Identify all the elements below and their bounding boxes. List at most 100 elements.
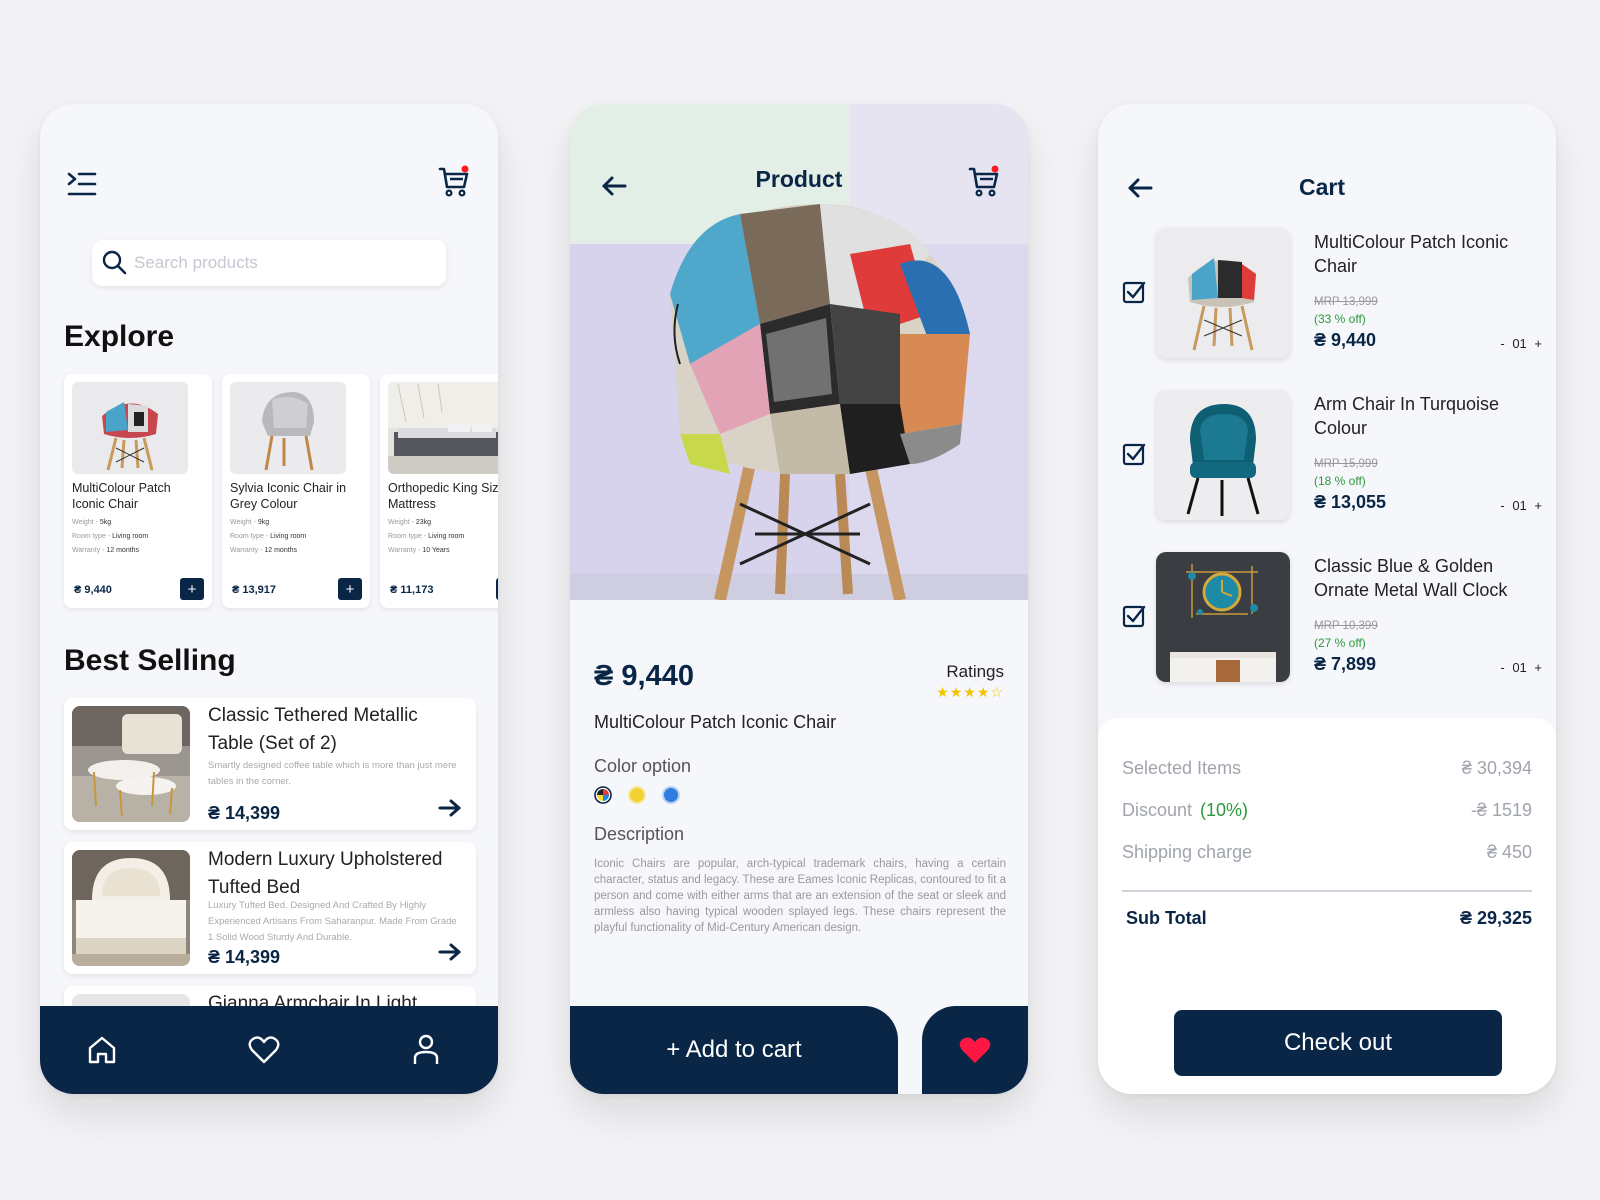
arrow-right-icon[interactable] [438, 799, 462, 822]
product-name: MultiColour Patch Iconic Chair [594, 712, 837, 732]
add-button[interactable]: + [496, 578, 498, 600]
selected-items-value: ₴ 30,394 [1461, 758, 1532, 778]
best-selling-heading: Best Selling [64, 644, 236, 677]
product-hero-image: Product [570, 104, 1028, 600]
product-price: ₴ 9,440 [594, 660, 694, 692]
product-meta: Weight - 5kg Room type - Living room Warra… [72, 519, 149, 554]
product-description: Smartly designed coffee table which is m… [208, 760, 457, 787]
subtotal-value: ₴ 29,325 [1459, 908, 1532, 928]
product-price: ₴ 11,173 [390, 584, 434, 596]
rating-stars: ★★★★☆ [936, 684, 1004, 700]
user-icon[interactable] [408, 1032, 444, 1068]
item-price: ₴ 13,055 [1314, 492, 1387, 512]
arrow-right-icon[interactable] [438, 943, 462, 966]
selected-items-label: Selected Items [1122, 758, 1242, 778]
product-image [1156, 552, 1290, 682]
color-swatch-yellow[interactable] [628, 786, 646, 804]
product-name: Orthopedic King Size Mattress [388, 481, 498, 511]
shipping-row: Shipping charge ₴ 450 [1122, 842, 1532, 863]
add-to-cart-button[interactable]: + Add to cart [570, 1006, 898, 1094]
favorite-button[interactable] [922, 1006, 1028, 1094]
discount-row: Discount (10%) -₴ 1519 [1122, 800, 1532, 821]
item-discount: (33 % off) [1314, 312, 1366, 326]
color-swatch-multicolour[interactable] [594, 786, 612, 804]
selected-items-row: Selected Items ₴ 30,394 [1122, 758, 1532, 779]
product-price: ₴ 9,440 [74, 584, 112, 596]
product-image [1156, 390, 1290, 520]
menu-icon[interactable] [64, 166, 100, 202]
product-image [1156, 228, 1290, 358]
checkbox-checked-icon[interactable] [1122, 280, 1146, 309]
home-icon[interactable] [84, 1032, 120, 1068]
product-image [230, 382, 346, 474]
page-title: Cart [1298, 174, 1345, 200]
page-title: Product [755, 166, 843, 192]
cart-item: MultiColour Patch Iconic Chair MRP 13,99… [1122, 228, 1542, 362]
cart-screen: Cart MultiColour Patch Iconic Chair MRP … [1098, 104, 1556, 1094]
item-name: MultiColour Patch Iconic Chair [1314, 232, 1509, 276]
description-label: Description [594, 824, 685, 844]
checkout-button[interactable]: Check out [1174, 1010, 1502, 1076]
quantity-stepper[interactable]: - 01 + [1500, 336, 1542, 351]
explore-row: MultiColour Patch Iconic Chair Weight - … [64, 374, 498, 610]
product-image [72, 382, 188, 474]
best-selling-card[interactable]: Modern Luxury Upholstered Tufted Bed Lux… [64, 842, 476, 974]
ratings-label: Ratings [946, 662, 1004, 681]
shipping-label: Shipping charge [1122, 842, 1253, 862]
color-option-label: Color option [594, 756, 692, 776]
item-name: Arm Chair In Turquoise Colour [1314, 394, 1500, 438]
explore-card[interactable]: Sylvia Iconic Chair in Grey Colour Weigh… [222, 374, 370, 608]
product-meta: Weight - 9kg Room type - Living room Warra… [230, 519, 307, 554]
product-description: Luxury Tufted Bed. Designed And Crafted … [208, 900, 457, 943]
explore-heading: Explore [64, 320, 175, 353]
product-price: ₴ 14,399 [208, 803, 281, 823]
quantity-stepper[interactable]: - 01 + [1500, 498, 1542, 513]
search-input[interactable] [134, 253, 394, 273]
item-discount: (18 % off) [1314, 474, 1366, 488]
cart-item: Classic Blue & Golden Ornate Metal Wall … [1122, 552, 1542, 686]
cart-item: Arm Chair In Turquoise Colour MRP 15,999… [1122, 390, 1542, 524]
cart-icon[interactable] [964, 162, 1004, 202]
item-discount: (27 % off) [1314, 636, 1366, 650]
discount-label: Discount [1122, 800, 1193, 820]
product-description: Iconic Chairs are popular, arch-typical … [594, 858, 1006, 934]
checkbox-checked-icon[interactable] [1122, 604, 1146, 633]
shipping-value: ₴ 450 [1486, 842, 1532, 862]
cart-icon[interactable] [434, 162, 474, 202]
item-mrp: MRP 13,999 [1314, 296, 1378, 308]
checkbox-checked-icon[interactable] [1122, 442, 1146, 471]
product-screen: Product ₴ 9,440 Ratings ★★★★☆ MultiColou… [570, 104, 1028, 1094]
item-price: ₴ 7,899 [1314, 654, 1377, 674]
item-name: Classic Blue & Golden Ornate Metal Wall … [1314, 556, 1508, 600]
product-name: MultiColour Patch Iconic Chair [72, 481, 171, 511]
heart-filled-icon [959, 1037, 991, 1063]
item-price: ₴ 9,440 [1314, 330, 1377, 350]
product-title: Modern Luxury Upholstered Tufted Bed [208, 849, 443, 898]
color-swatches [594, 786, 680, 804]
add-button[interactable]: + [338, 578, 362, 600]
item-mrp: MRP 15,999 [1314, 458, 1378, 470]
product-title: Classic Tethered Metallic Table (Set of … [208, 705, 418, 754]
product-image [72, 706, 190, 822]
home-screen: Explore MultiColour Patch Iconic Chair W… [40, 104, 498, 1094]
order-summary: Selected Items ₴ 30,394 Discount (10%) -₴… [1098, 718, 1556, 1094]
explore-card[interactable]: Orthopedic King Size Mattress Weight - 2… [380, 374, 498, 608]
explore-card[interactable]: MultiColour Patch Iconic Chair Weight - … [64, 374, 212, 608]
search-bar[interactable] [92, 240, 446, 286]
discount-percent: (10%) [1200, 800, 1249, 820]
discount-value: -₴ 1519 [1470, 800, 1532, 820]
heart-icon[interactable] [246, 1032, 282, 1068]
product-price: ₴ 14,399 [208, 947, 281, 967]
product-price: ₴ 13,917 [232, 584, 277, 596]
divider [1122, 890, 1532, 892]
best-selling-card[interactable]: Classic Tethered Metallic Table (Set of … [64, 698, 476, 830]
search-icon [102, 250, 127, 275]
product-image [72, 850, 190, 966]
item-mrp: MRP 10,399 [1314, 620, 1378, 632]
bottom-tab-bar [40, 1006, 498, 1094]
quantity-stepper[interactable]: - 01 + [1500, 660, 1542, 675]
subtotal-label: Sub Total [1126, 908, 1207, 928]
color-swatch-blue[interactable] [662, 786, 680, 804]
product-name: Sylvia Iconic Chair in Grey Colour [230, 481, 347, 511]
add-button[interactable]: + [180, 578, 204, 600]
